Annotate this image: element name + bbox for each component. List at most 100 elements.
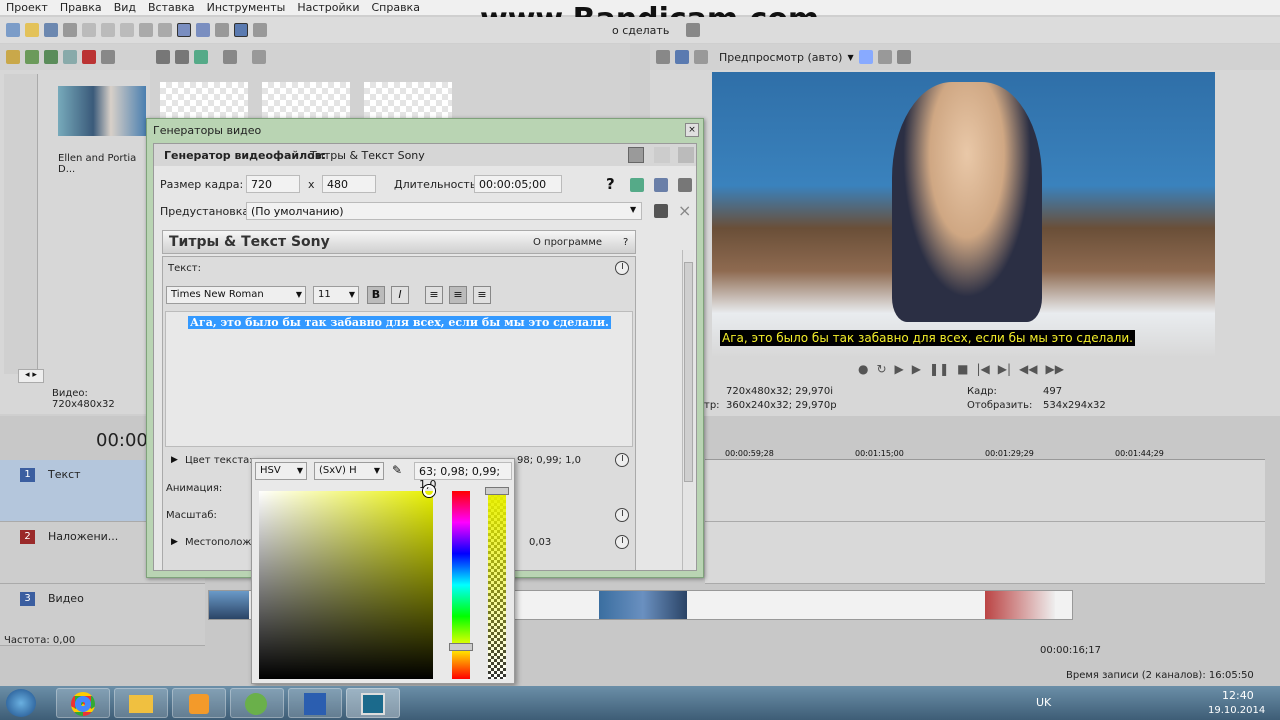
alpha-slider[interactable] [485, 487, 509, 679]
capture-icon[interactable] [25, 50, 39, 64]
clock-date[interactable]: 19.10.2014 [1208, 705, 1265, 716]
selection-tool-icon[interactable] [215, 23, 229, 37]
frame-width-field[interactable]: 720 [246, 175, 300, 193]
layout-triple-icon[interactable] [678, 147, 694, 163]
save-preset-icon[interactable] [654, 204, 668, 218]
media-player-taskbar-icon[interactable] [172, 688, 226, 718]
color-value-field[interactable]: 63; 0,98; 0,99; 1,0 [414, 462, 512, 491]
dialog-scrollbar[interactable] [682, 250, 694, 570]
copy-icon[interactable] [101, 23, 115, 37]
menu-project[interactable]: Проект [6, 1, 48, 14]
frame-height-field[interactable]: 480 [322, 175, 376, 193]
whats-this-help-icon[interactable] [686, 23, 701, 37]
layout-single-icon[interactable] [628, 147, 644, 163]
track-lane-overlay[interactable] [705, 522, 1265, 584]
duration-field[interactable]: 00:00:05;00 [474, 175, 562, 193]
menu-help[interactable]: Справка [371, 1, 419, 14]
preview-mode[interactable]: Предпросмотр (авто) [719, 51, 842, 64]
paste-icon[interactable] [120, 23, 134, 37]
menu-insert[interactable]: Вставка [148, 1, 195, 14]
expand-position-icon[interactable]: ▶ [171, 537, 178, 547]
font-family-dropdown[interactable]: Times New Roman [166, 286, 306, 304]
media-thumbnail[interactable] [58, 86, 146, 136]
align-center-button[interactable]: ≡ [449, 286, 467, 304]
chrome-taskbar-icon[interactable] [56, 688, 110, 718]
track-name[interactable]: Видео [48, 592, 84, 605]
align-left-button[interactable]: ≡ [425, 286, 443, 304]
text-edit-area[interactable]: Ага, это было бы так забавно для всех, е… [165, 311, 633, 447]
delete-preset-icon[interactable]: × [678, 201, 691, 220]
layout-double-icon[interactable] [654, 147, 670, 163]
prev-frame-icon[interactable]: ◀◀ [1019, 362, 1037, 376]
color-channel-dropdown[interactable]: (SxV) H [314, 462, 384, 480]
import-media-icon[interactable] [6, 50, 20, 64]
remove-icon[interactable] [82, 50, 96, 64]
preview-toggle-icon[interactable] [654, 178, 668, 192]
utorrent-taskbar-icon[interactable] [230, 688, 284, 718]
bold-button[interactable]: B [367, 286, 385, 304]
color-mode-dropdown[interactable]: HSV [255, 462, 307, 480]
play-icon[interactable] [156, 50, 170, 64]
record-icon[interactable]: ● [858, 362, 868, 376]
open-icon[interactable] [25, 23, 39, 37]
sv-cursor-handle[interactable] [423, 485, 435, 497]
undo-icon[interactable] [139, 23, 153, 37]
external-monitor-icon[interactable] [675, 50, 689, 64]
eyedropper-icon[interactable]: ✎ [392, 463, 402, 477]
clock-time[interactable]: 12:40 [1222, 689, 1254, 702]
hue-handle[interactable] [449, 643, 473, 651]
explorer-taskbar-icon[interactable] [114, 688, 168, 718]
menu-settings[interactable]: Настройки [297, 1, 359, 14]
saturation-value-field[interactable] [259, 485, 435, 679]
about-help-icon[interactable]: ? [623, 237, 628, 248]
plugin-chain-icon[interactable] [678, 178, 692, 192]
sync-cursor-icon[interactable] [630, 178, 644, 192]
go-to-start-icon[interactable]: |◀ [976, 362, 989, 376]
preset-chevron-icon[interactable]: ▼ [630, 205, 636, 214]
preview-mode-dropdown-icon[interactable]: ▼ [847, 53, 853, 62]
animate-text-icon[interactable] [615, 261, 629, 275]
play-from-start-icon[interactable]: ▶ [895, 362, 904, 376]
stop-icon[interactable] [175, 50, 189, 64]
expand-arrow-icon[interactable]: ▶ [171, 455, 178, 465]
preview-props-icon[interactable] [656, 50, 670, 64]
preset-dropdown[interactable]: (По умолчанию) [246, 202, 642, 220]
envelope-tool-icon[interactable] [196, 23, 210, 37]
track-lane-text[interactable] [705, 460, 1265, 522]
input-language[interactable]: UK [1036, 696, 1051, 709]
new-project-icon[interactable] [6, 23, 20, 37]
snapping-icon[interactable] [234, 23, 248, 37]
start-button[interactable] [6, 689, 36, 717]
dialog-close-button[interactable]: × [685, 123, 699, 137]
cut-icon[interactable] [82, 23, 96, 37]
properties-icon[interactable] [63, 23, 77, 37]
hue-slider[interactable] [449, 491, 473, 679]
next-frame-icon[interactable]: ▶▶ [1046, 362, 1064, 376]
vegas-taskbar-icon[interactable] [346, 688, 400, 718]
alpha-handle[interactable] [485, 487, 509, 495]
overlays-icon[interactable] [858, 50, 873, 64]
auto-preview-icon[interactable] [194, 50, 208, 64]
track-name[interactable]: Наложени... [48, 530, 118, 543]
scrollbar-thumb[interactable] [684, 262, 693, 482]
loop-icon[interactable]: ↻ [876, 362, 886, 376]
undo-label[interactable]: о сделать [612, 24, 669, 37]
stop-icon[interactable]: ■ [957, 362, 968, 376]
media-scrollbar[interactable]: ◂ ▸ [18, 369, 44, 383]
normal-edit-tool-icon[interactable] [177, 23, 191, 37]
menu-edit[interactable]: Правка [60, 1, 102, 14]
menu-view[interactable]: Вид [114, 1, 136, 14]
menu-tools[interactable]: Инструменты [207, 1, 286, 14]
go-to-end-icon[interactable]: ▶| [998, 362, 1011, 376]
animate-scale-icon[interactable] [615, 508, 629, 522]
timeline-ruler[interactable]: 00:00:59;28 00:01:15;00 00:01:29;29 00:0… [705, 444, 1265, 460]
media-props-icon[interactable] [101, 50, 115, 64]
play-icon[interactable]: ▶ [912, 362, 921, 376]
selected-text[interactable]: Ага, это было бы так забавно для всех, е… [188, 316, 611, 329]
copy-snapshot-icon[interactable] [877, 50, 892, 64]
italic-button[interactable]: I [391, 286, 409, 304]
save-snapshot-icon[interactable] [896, 50, 911, 64]
split-screen-icon[interactable] [694, 50, 708, 64]
animate-color-icon[interactable] [615, 453, 629, 467]
pause-icon[interactable]: ❚❚ [929, 362, 949, 376]
